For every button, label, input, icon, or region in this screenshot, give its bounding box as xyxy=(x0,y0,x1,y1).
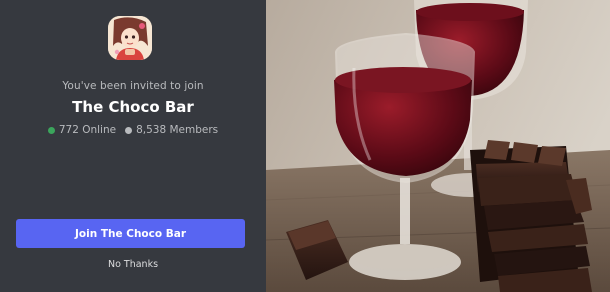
invite-subtitle: You've been invited to join xyxy=(62,80,204,92)
server-name: The Choco Bar xyxy=(72,98,194,116)
invite-panel: You've been invited to join The Choco Ba… xyxy=(0,0,266,292)
member-count: 8,538 Members xyxy=(125,124,218,136)
online-count-label: 772 Online xyxy=(58,124,117,136)
online-count: 772 Online xyxy=(47,124,117,136)
server-avatar-icon xyxy=(108,16,152,60)
server-stats: 772 Online 8,538 Members xyxy=(0,124,266,136)
members-dot-icon xyxy=(125,126,133,134)
invite-screen: You've been invited to join The Choco Ba… xyxy=(0,0,610,292)
join-server-button[interactable]: Join The Choco Bar xyxy=(16,219,245,248)
member-count-label: 8,538 Members xyxy=(136,124,219,136)
no-thanks-link[interactable]: No Thanks xyxy=(0,259,266,270)
online-dot-icon xyxy=(47,126,55,134)
server-splash-image xyxy=(266,0,610,292)
